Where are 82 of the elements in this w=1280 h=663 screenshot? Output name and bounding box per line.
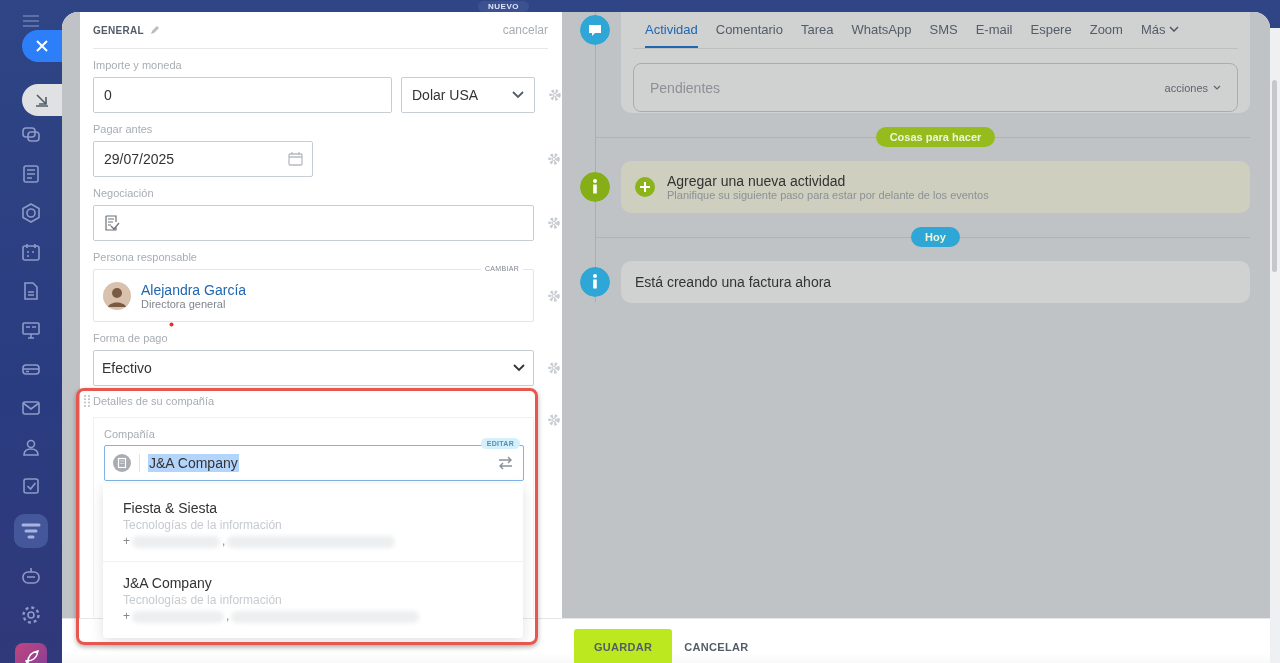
activity-tab[interactable]: Actividad	[645, 12, 698, 48]
field-label: Compañía	[104, 427, 155, 442]
activity-tab[interactable]: Más	[1140, 12, 1180, 48]
activity-tab[interactable]: Espere	[1030, 12, 1072, 48]
board-icon[interactable]	[20, 319, 42, 341]
deal-field[interactable]	[93, 205, 534, 241]
settings-icon[interactable]	[547, 361, 561, 375]
close-button[interactable]	[22, 30, 62, 62]
filter-icon[interactable]	[14, 514, 48, 548]
amount-field[interactable]: 0	[93, 77, 392, 113]
avatar-icon	[103, 281, 131, 310]
field-label: Pagar antes	[93, 122, 153, 137]
hexagon-icon[interactable]	[20, 202, 42, 224]
option-industry: Tecnologías de la información	[123, 593, 283, 607]
option-name: J&A Company	[123, 575, 213, 591]
person-role: Directora general	[141, 297, 227, 310]
pencil-icon[interactable]	[150, 25, 160, 35]
activity-subtitle: Planifique su siguiente paso para estar por delante de los eventos	[667, 189, 989, 201]
chevron-icon	[512, 91, 524, 99]
swap-icon[interactable]	[498, 456, 513, 470]
section-title: GENERAL	[93, 24, 144, 36]
field-label: Negociación	[93, 186, 154, 201]
settings-icon[interactable]	[547, 413, 561, 427]
building-icon	[113, 454, 131, 472]
drag-handle-icon[interactable]	[84, 395, 90, 407]
activity-tab[interactable]: Zoom	[1089, 12, 1123, 48]
chat-icon	[580, 15, 610, 45]
activity-title: Agregar una nueva actividad	[667, 173, 847, 189]
payment-select[interactable]: Efectivo	[93, 350, 534, 386]
check-icon[interactable]	[20, 475, 42, 497]
info-icon	[580, 172, 610, 202]
company-option[interactable]: J&A Company Tecnologías de la información + ,	[103, 562, 523, 638]
menu-icon[interactable]	[22, 14, 40, 28]
chevron-icon	[513, 364, 525, 372]
person-name[interactable]: Alejandra García	[141, 281, 247, 298]
activity-tab[interactable]: SMS	[929, 12, 958, 48]
cancel-link[interactable]: cancelar	[502, 23, 548, 37]
field-label: Forma de pago	[93, 331, 168, 346]
activity-tab[interactable]: WhatsApp	[851, 12, 912, 48]
separator: ,	[226, 609, 230, 623]
section-label: Detalles de su compañía	[93, 394, 215, 409]
phone-prefix: +	[123, 609, 130, 623]
option-industry: Tecnologías de la información	[123, 518, 283, 532]
save-button[interactable]: GUARDAR	[574, 628, 673, 663]
settings-icon[interactable]	[548, 88, 562, 102]
company-value: J&A Company	[148, 454, 239, 472]
calendar-icon[interactable]	[20, 241, 42, 263]
arrow-down-right-icon	[35, 93, 49, 107]
timeline-divider-badge: Cosas para hacer	[875, 127, 996, 147]
robot-icon[interactable]	[20, 565, 42, 587]
scrollbar-thumb[interactable]	[1272, 80, 1277, 272]
company-field[interactable]: J&A Company	[104, 445, 524, 481]
activity-tab[interactable]: E-mail	[975, 12, 1013, 48]
info-icon	[580, 267, 610, 297]
field-label: Importe y moneda	[93, 58, 182, 73]
settings-icon[interactable]	[547, 152, 561, 166]
collapse-button[interactable]	[22, 84, 62, 116]
actions-menu[interactable]: acciones	[1164, 81, 1221, 94]
activity-tab[interactable]: Comentario	[715, 12, 783, 48]
timeline-divider-badge: Hoy	[911, 227, 960, 247]
settings-icon[interactable]	[547, 288, 561, 303]
calendar-icon[interactable]	[288, 152, 303, 166]
phone-prefix: +	[123, 534, 130, 548]
gear-icon[interactable]	[20, 604, 42, 626]
option-name: Fiesta & Siesta	[123, 500, 219, 516]
todo-field[interactable]: Pendientes acciones	[633, 63, 1238, 112]
new-badge: NUEVO	[478, 1, 529, 12]
date-field[interactable]: 29/07/2025	[93, 141, 313, 177]
field-label: Persona responsable	[93, 250, 197, 265]
separator: ,	[222, 534, 226, 548]
company-option[interactable]: Fiesta & Siesta Tecnologías de la información + ,	[103, 484, 523, 562]
close-icon[interactable]	[36, 40, 48, 52]
add-icon[interactable]	[635, 177, 655, 197]
history-text: Está creando una factura ahora	[635, 274, 832, 290]
chevron-icon	[1213, 85, 1221, 90]
news-icon[interactable]	[20, 163, 42, 185]
chevron-icon	[1169, 26, 1180, 32]
activity-tab[interactable]: Tarea	[800, 12, 834, 48]
settings-icon[interactable]	[547, 216, 561, 230]
cancel-button[interactable]: CANCELAR	[684, 641, 749, 653]
deal-icon	[104, 215, 120, 231]
currency-select[interactable]: Dolar USA	[401, 77, 535, 113]
